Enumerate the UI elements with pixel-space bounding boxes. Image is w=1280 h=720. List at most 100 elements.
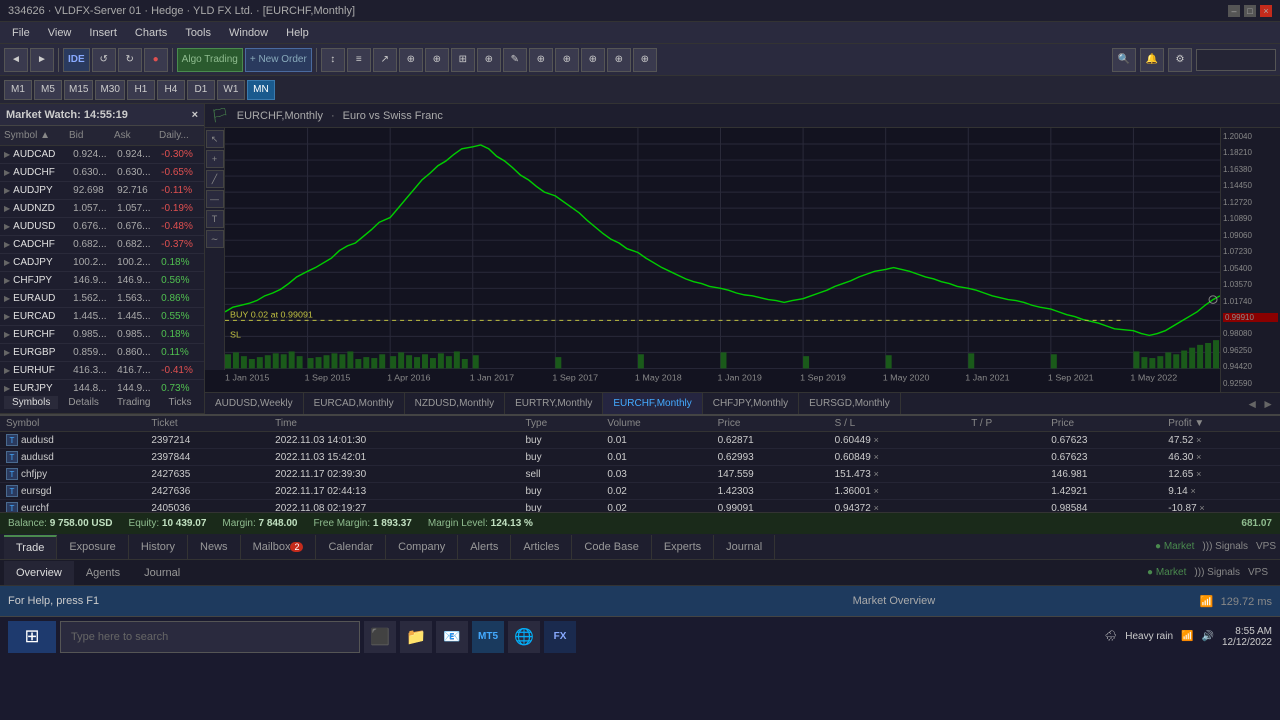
trade-close-btn[interactable]: × [1199, 503, 1204, 513]
trade-sl-close[interactable]: × [874, 469, 879, 479]
mw-row[interactable]: ▶ AUDUSD 0.676... 0.676... -0.48% [0, 218, 204, 236]
mw-row[interactable]: ▶ AUDNZD 1.057... 1.057... -0.19% [0, 200, 204, 218]
mw-row[interactable]: ▶ AUDCHF 0.630... 0.630... -0.65% [0, 164, 204, 182]
taskbar-mt5-icon[interactable]: MT5 [472, 621, 504, 653]
chart-tabs-scroll-left[interactable]: ◄ [1246, 397, 1258, 411]
mw-close-btn[interactable]: × [192, 109, 198, 121]
tb-record[interactable]: ● [144, 48, 168, 72]
tb-zoom-in[interactable]: ↕ [321, 48, 345, 72]
mw-row[interactable]: ▶ EURAUD 1.562... 1.563... 0.86% [0, 290, 204, 308]
tb-back[interactable]: ◄ [4, 48, 28, 72]
tab-articles[interactable]: Articles [511, 535, 572, 559]
tab-company[interactable]: Company [386, 535, 458, 559]
ov-tab-overview[interactable]: Overview [4, 561, 74, 585]
tf-h4[interactable]: H4 [157, 80, 185, 100]
tool-text[interactable]: T [206, 210, 224, 228]
table-row[interactable]: Taudusd 2397214 2022.11.03 14:01:30 buy … [0, 432, 1280, 449]
trade-sl-close[interactable]: × [874, 435, 879, 445]
chart-tabs-scroll-right[interactable]: ► [1262, 397, 1274, 411]
tool-line[interactable]: ╱ [206, 170, 224, 188]
mw-tab-symbols[interactable]: Symbols [4, 396, 58, 409]
tf-m5[interactable]: M5 [34, 80, 62, 100]
table-row[interactable]: Taudusd 2397844 2022.11.03 15:42:01 buy … [0, 449, 1280, 466]
mw-tab-trading[interactable]: Trading [109, 396, 159, 409]
tb-search[interactable]: 🔍 [1112, 48, 1136, 72]
mw-row[interactable]: ▶ EURHUF 416.3... 416.7... -0.41% [0, 362, 204, 380]
tb-tools2[interactable]: ⊕ [529, 48, 553, 72]
tf-w1[interactable]: W1 [217, 80, 245, 100]
chart-tab-eurchf[interactable]: EURCHF,Monthly [603, 393, 702, 414]
new-order-btn[interactable]: + New Order [245, 48, 312, 72]
market-link[interactable]: ● Market [1155, 541, 1194, 552]
mw-row[interactable]: ▶ AUDJPY 92.698 92.716 -0.11% [0, 182, 204, 200]
tab-news[interactable]: News [188, 535, 241, 559]
tb-tools6[interactable]: ⊕ [633, 48, 657, 72]
close-btn[interactable]: × [1260, 5, 1272, 17]
ov-vps-link[interactable]: VPS [1248, 567, 1268, 578]
tb-tools3[interactable]: ⊕ [555, 48, 579, 72]
mw-tab-details[interactable]: Details [60, 396, 107, 409]
menu-insert[interactable]: Insert [81, 25, 125, 41]
table-row[interactable]: Teurchf 2405036 2022.11.08 02:19:27 buy … [0, 500, 1280, 513]
window-controls[interactable]: – □ × [1228, 5, 1272, 17]
tf-m30[interactable]: M30 [95, 80, 124, 100]
taskbar-view-icon[interactable]: ⬛ [364, 621, 396, 653]
tool-cross[interactable]: + [206, 150, 224, 168]
minimize-btn[interactable]: – [1228, 5, 1240, 17]
trade-close-btn[interactable]: × [1196, 469, 1201, 479]
tab-history[interactable]: History [129, 535, 188, 559]
mw-row[interactable]: ▶ AUDCAD 0.924... 0.924... -0.30% [0, 146, 204, 164]
mw-row[interactable]: ▶ EURJPY 144.8... 144.9... 0.73% [0, 380, 204, 392]
menu-window[interactable]: Window [221, 25, 276, 41]
menu-charts[interactable]: Charts [127, 25, 175, 41]
tb-forward[interactable]: ► [30, 48, 54, 72]
menu-file[interactable]: File [4, 25, 38, 41]
tb-settings[interactable]: ⚙ [1168, 48, 1192, 72]
mw-row[interactable]: ▶ EURCAD 1.445... 1.445... 0.55% [0, 308, 204, 326]
tb-input[interactable] [1196, 49, 1276, 71]
chart-tab-eursgd[interactable]: EURSGD,Monthly [799, 393, 901, 414]
tab-codebase[interactable]: Code Base [572, 535, 651, 559]
signals-link[interactable]: ))) Signals [1202, 541, 1248, 552]
tab-experts[interactable]: Experts [652, 535, 714, 559]
chart-tab-nzdusd[interactable]: NZDUSD,Monthly [405, 393, 505, 414]
tb-pen[interactable]: ✎ [503, 48, 527, 72]
tb-refresh1[interactable]: ↺ [92, 48, 116, 72]
mw-row[interactable]: ▶ EURGBP 0.859... 0.860... 0.11% [0, 344, 204, 362]
menu-tools[interactable]: Tools [177, 25, 219, 41]
tb-ide[interactable]: IDE [63, 48, 90, 72]
mw-row[interactable]: ▶ CHFJPY 146.9... 146.9... 0.56% [0, 272, 204, 290]
tb-plus2[interactable]: ⊕ [425, 48, 449, 72]
tab-calendar[interactable]: Calendar [316, 535, 386, 559]
ov-tab-agents[interactable]: Agents [74, 561, 132, 585]
taskbar-fx-icon[interactable]: FX [544, 621, 576, 653]
trade-sl-close[interactable]: × [874, 486, 879, 496]
tb-tools5[interactable]: ⊕ [607, 48, 631, 72]
tb-alert[interactable]: 🔔 [1140, 48, 1164, 72]
chart-tab-chfjpy[interactable]: CHFJPY,Monthly [703, 393, 799, 414]
maximize-btn[interactable]: □ [1244, 5, 1256, 17]
vps-link[interactable]: VPS [1256, 541, 1276, 552]
search-box[interactable]: Type here to search [60, 621, 360, 653]
tb-refresh2[interactable]: ↻ [118, 48, 142, 72]
tb-bars[interactable]: ≡ [347, 48, 371, 72]
tool-hline[interactable]: — [206, 190, 224, 208]
algo-trading-btn[interactable]: Algo Trading [177, 48, 243, 72]
tab-exposure[interactable]: Exposure [57, 535, 128, 559]
chart-tab-audusd[interactable]: AUDUSD,Weekly [205, 393, 304, 414]
tb-zoom-out[interactable]: ↗ [373, 48, 397, 72]
tb-tools1[interactable]: ⊕ [477, 48, 501, 72]
mw-tab-ticks[interactable]: Ticks [160, 396, 199, 409]
ov-signals-link[interactable]: ))) Signals [1194, 567, 1240, 578]
chart-tab-eurcad[interactable]: EURCAD,Monthly [304, 393, 405, 414]
trade-close-btn[interactable]: × [1196, 435, 1201, 445]
tool-fib[interactable]: ∼ [206, 230, 224, 248]
start-button[interactable]: ⊞ [8, 621, 56, 653]
tb-plus1[interactable]: ⊕ [399, 48, 423, 72]
tb-grid[interactable]: ⊞ [451, 48, 475, 72]
table-row[interactable]: Teursgd 2427636 2022.11.17 02:44:13 buy … [0, 483, 1280, 500]
mw-row[interactable]: ▶ EURCHF 0.985... 0.985... 0.18% [0, 326, 204, 344]
trade-close-btn[interactable]: × [1196, 452, 1201, 462]
tab-alerts[interactable]: Alerts [458, 535, 511, 559]
trade-sl-close[interactable]: × [874, 503, 879, 513]
